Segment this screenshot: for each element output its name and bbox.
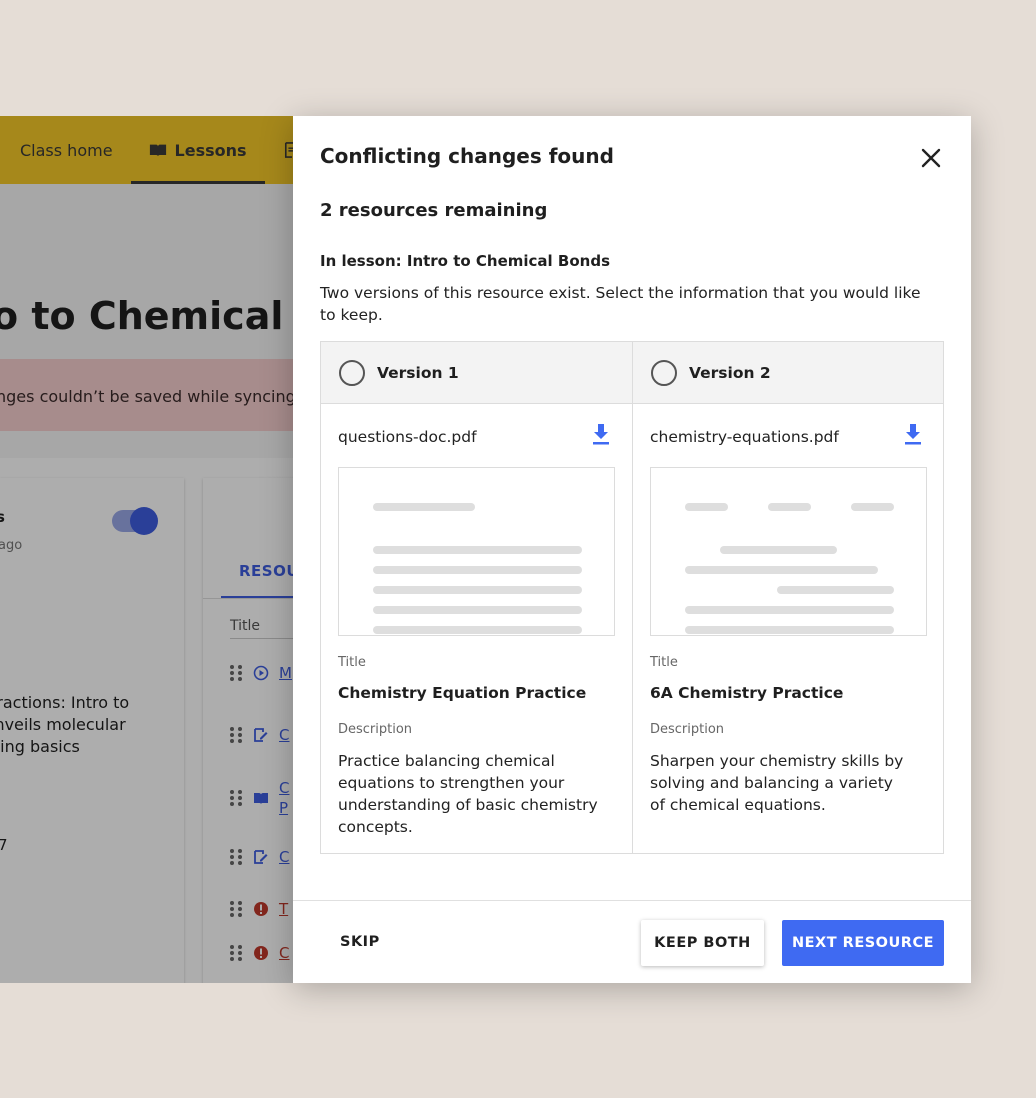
close-icon[interactable] [919,146,943,170]
keep-both-button[interactable]: KEEP BOTH [641,920,764,966]
resources-remaining: 2 resources remaining [320,200,548,221]
version-2-description: Sharpen your chemistry skills by solving… [650,752,904,814]
version-1-title-label: Title [338,655,366,670]
version-2-column: Version 2 chemistry-equations.pdf Title … [632,342,943,853]
version-2-label: Version 2 [689,363,771,382]
dialog-instructions: Two versions of this resource exist. Sel… [320,284,921,324]
skip-button[interactable]: SKIP [340,934,380,950]
version-2-select[interactable]: Version 2 [633,342,943,404]
footer-divider [293,900,971,901]
canvas: Class home Lessons C o to Chemical Bon n… [0,0,1036,1098]
version-1-label: Version 1 [377,363,459,382]
version-1-select[interactable]: Version 1 [321,342,632,404]
version-2-description-label: Description [650,722,725,737]
version-1-column: Version 1 questions-doc.pdf Title Chemis… [321,342,632,853]
version-1-filename: questions-doc.pdf [338,428,477,446]
download-icon[interactable] [591,423,611,445]
version-1-radio[interactable] [339,359,365,386]
versions-comparison: Version 1 questions-doc.pdf Title Chemis… [320,341,944,854]
version-1-description: Practice balancing chemical equations to… [338,752,598,836]
next-resource-button[interactable]: NEXT RESOURCE [782,920,944,966]
version-2-radio[interactable] [651,359,677,386]
version-1-title: Chemistry Equation Practice [338,684,587,702]
version-2-preview [650,467,927,636]
version-1-description-label: Description [338,722,413,737]
version-1-preview [338,467,615,636]
version-2-filename: chemistry-equations.pdf [650,428,839,446]
conflict-dialog: Conflicting changes found 2 resources re… [293,116,971,983]
download-icon[interactable] [903,423,923,445]
lesson-name: In lesson: Intro to Chemical Bonds [320,252,611,270]
dialog-title: Conflicting changes found [320,144,614,168]
version-2-title-label: Title [650,655,678,670]
version-2-title: 6A Chemistry Practice [650,684,844,702]
